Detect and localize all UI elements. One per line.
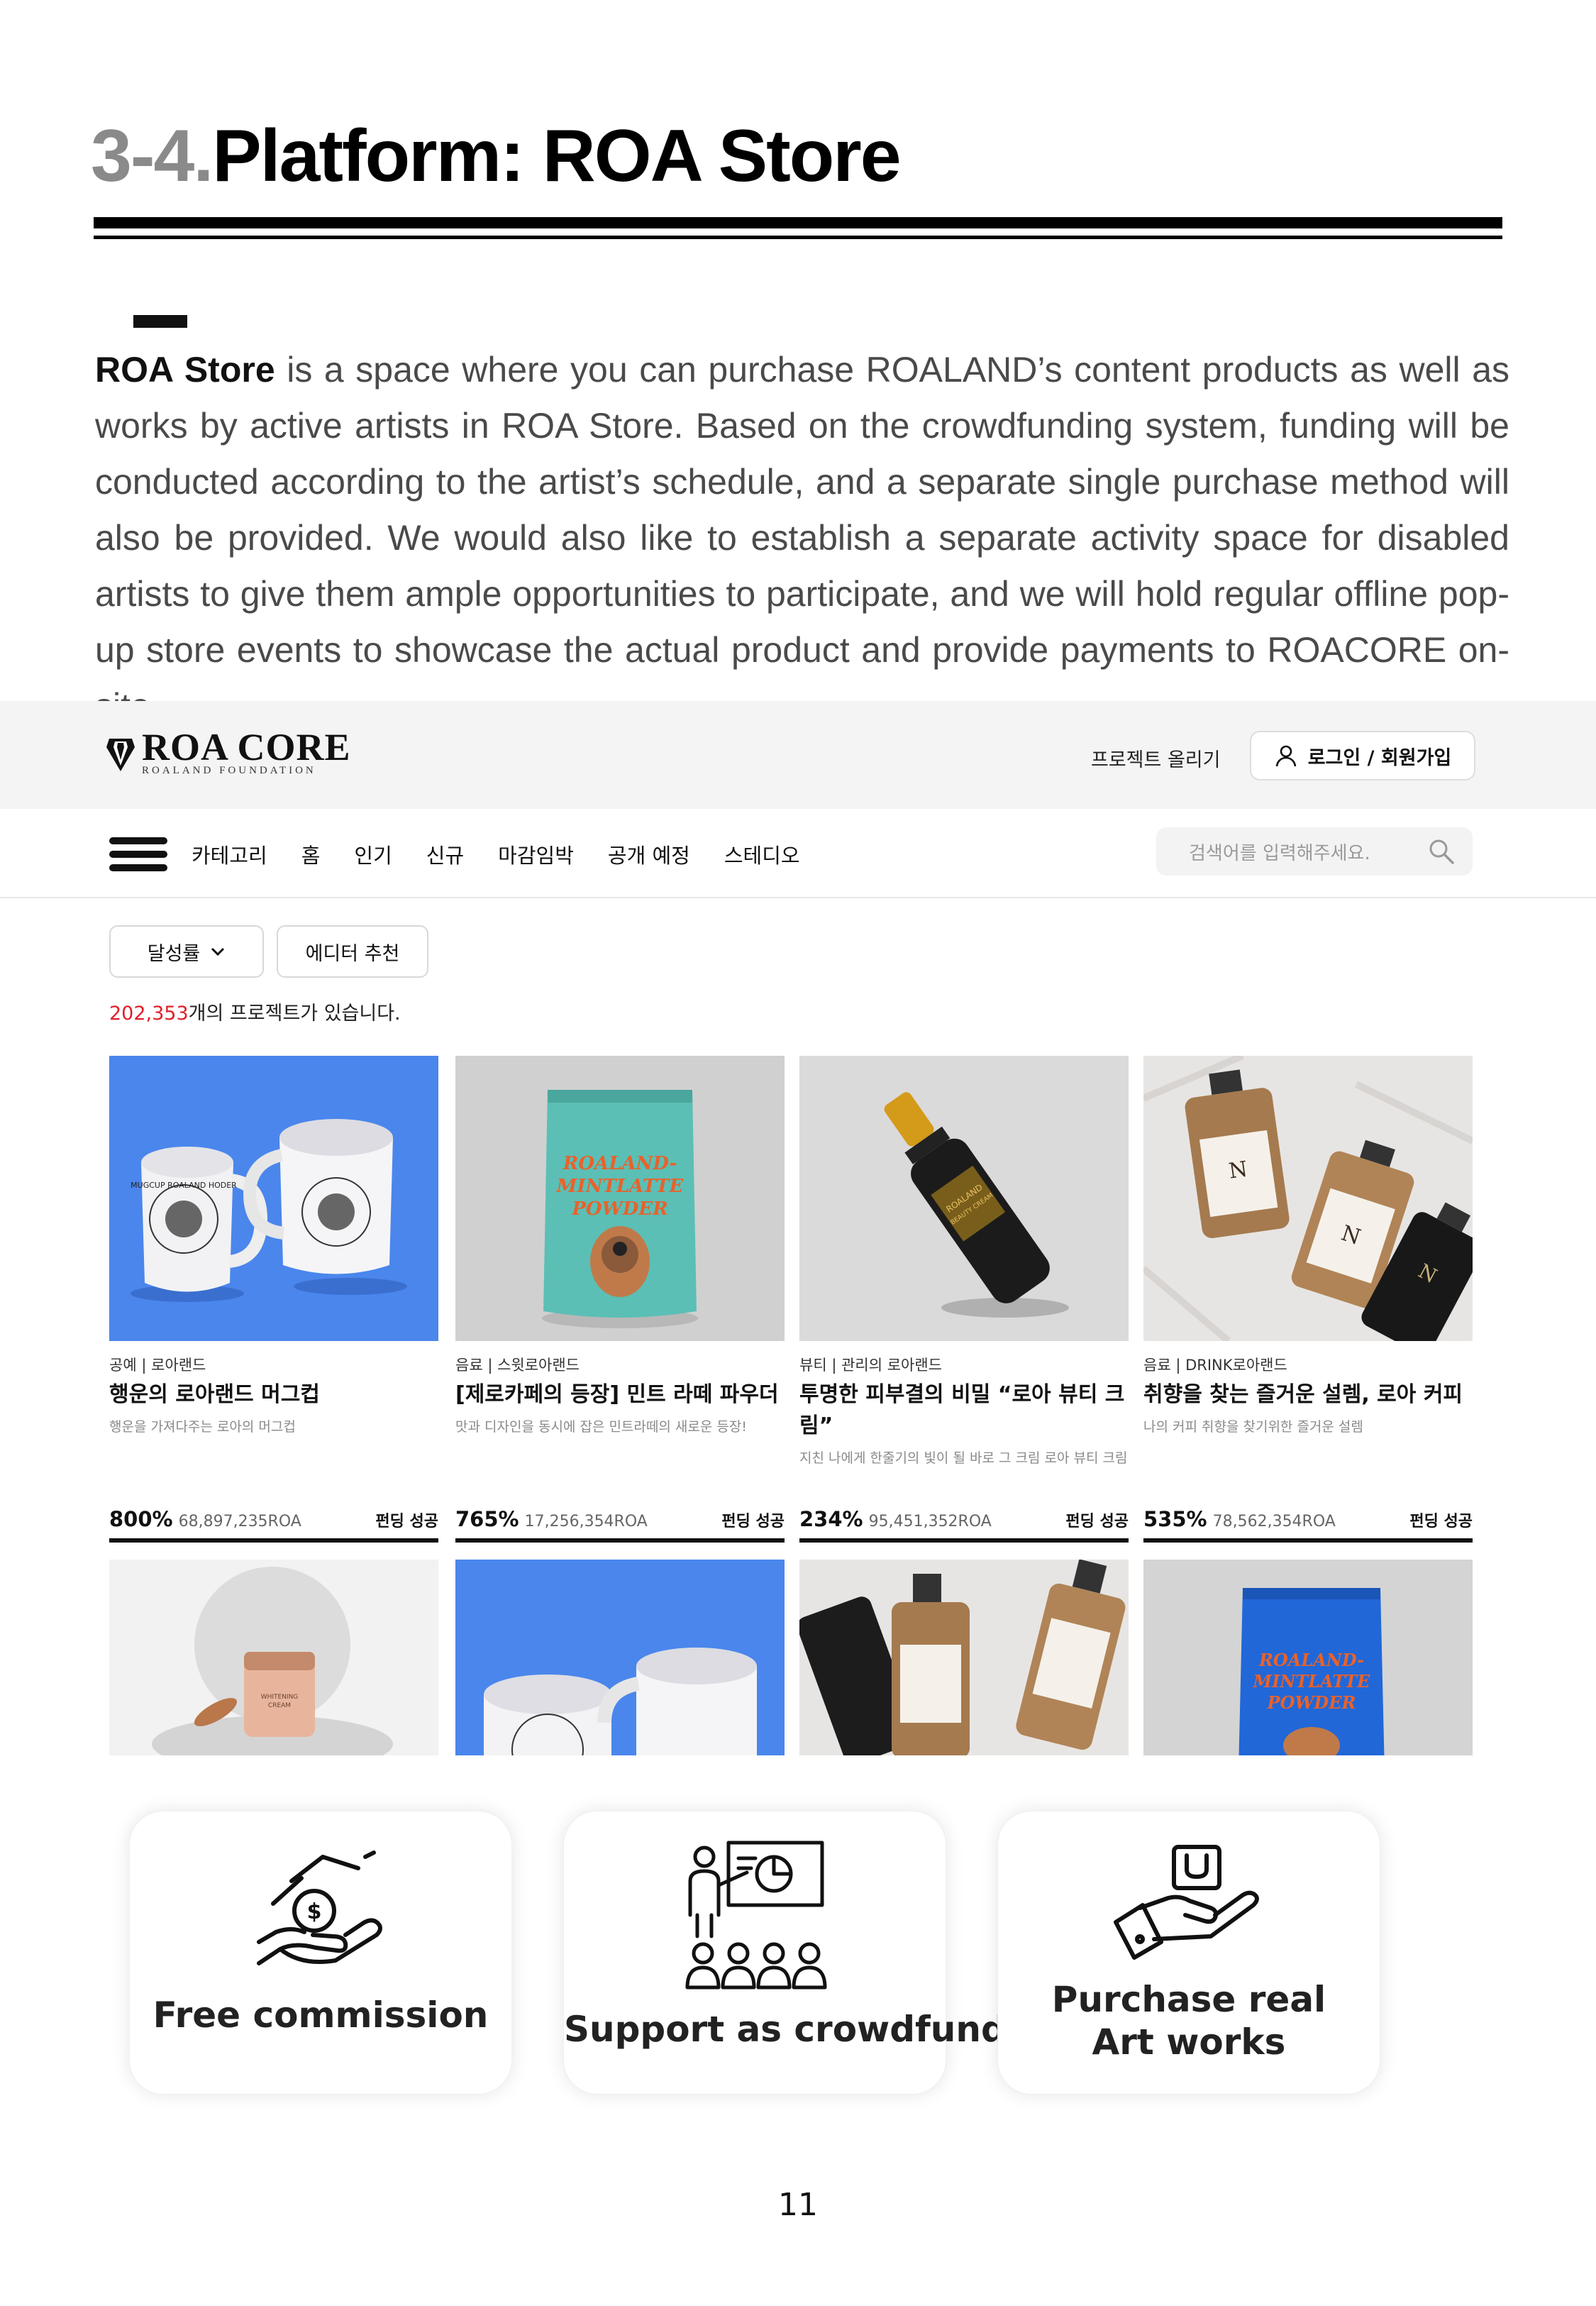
nav-item-category[interactable]: 카테고리 bbox=[192, 839, 267, 869]
product-image-coffee: N N N bbox=[1143, 1056, 1473, 1341]
product-category: 공예 | 로아랜드 bbox=[109, 1357, 206, 1374]
login-label: 로그인 / 회원가입 bbox=[1307, 746, 1452, 769]
project-count: 202,353개의 프로젝트가 있습니다. bbox=[109, 998, 401, 1025]
menu-icon[interactable] bbox=[109, 837, 167, 871]
product-title[interactable]: 행운의 로아랜드 머그컵 bbox=[109, 1379, 443, 1411]
product-desc: 행운을 가져다주는 로아의 머그컵 bbox=[109, 1419, 296, 1435]
logo-subtitle: ROALAND FOUNDATION bbox=[142, 765, 316, 776]
product-desc: 나의 커피 취향을 찾기위한 즐거운 설렘 bbox=[1143, 1419, 1363, 1435]
login-button[interactable]: 로그인 / 회원가입 bbox=[1250, 731, 1475, 780]
intro-paragraph: ROA Store is a space where you can purch… bbox=[95, 342, 1509, 734]
hand-box-icon bbox=[1114, 1845, 1259, 1960]
product-image-coffee-2[interactable] bbox=[799, 1560, 1129, 1755]
pouch2-line3: POWDER bbox=[1267, 1692, 1356, 1713]
product-title[interactable]: 투명한 피부결의 비밀 “로아 뷰티 크림” bbox=[799, 1379, 1133, 1442]
pouch2-line1: ROALAND- bbox=[1258, 1650, 1364, 1670]
funding-percent: 800% bbox=[109, 1507, 173, 1531]
feature-crowdfunding: Support as crowdfunding bbox=[563, 1811, 1070, 2095]
product-title[interactable]: [제로카페의 등장] 민트 라떼 파우더 bbox=[455, 1379, 789, 1411]
roacore-logo[interactable]: ROA CORE ROALAND FOUNDATION bbox=[106, 726, 351, 777]
sort-dropdown[interactable]: 달성률 bbox=[109, 925, 264, 978]
heading-rule-thick bbox=[94, 217, 1502, 228]
pouch-line3: POWDER bbox=[571, 1198, 667, 1220]
chevron-down-icon bbox=[211, 947, 225, 956]
product-image-jar[interactable]: WHITENING CREAM bbox=[109, 1560, 438, 1755]
nav-item-home[interactable]: 홈 bbox=[301, 839, 321, 869]
product-image-pouch-2[interactable]: ROALAND- MINTLATTE POWDER bbox=[1143, 1560, 1473, 1755]
funding-status: 펀딩 성공 bbox=[375, 1513, 438, 1530]
funding-stat: 535% 78,562,354ROA 펀딩 성공 bbox=[1143, 1507, 1473, 1531]
page-number: 11 bbox=[778, 2187, 818, 2223]
feature-label: Free commission bbox=[153, 1995, 489, 2036]
project-count-text: 개의 프로젝트가 있습니다. bbox=[188, 1003, 401, 1025]
product-image-pouch: ROALAND- MINTLATTE POWDER bbox=[455, 1056, 785, 1341]
search-icon[interactable] bbox=[1427, 837, 1456, 866]
funding-stat: 765% 17,256,354ROA 펀딩 성공 bbox=[455, 1507, 785, 1531]
product-image-bottle: ROALAND BEAUTY CREAM bbox=[799, 1056, 1129, 1341]
funding-stat: 800% 68,897,235ROA 펀딩 성공 bbox=[109, 1507, 438, 1531]
product-image-mugs: MUGCUP ROALAND HODER bbox=[109, 1056, 438, 1341]
feature-label-line2: Art works bbox=[1092, 2021, 1286, 2063]
nav-menu: 카테고리 홈 인기 신규 마감임박 공개 예정 스테디오 bbox=[192, 839, 834, 869]
product-category: 음료 | DRINK로아랜드 bbox=[1143, 1357, 1287, 1374]
diamond-logo-icon bbox=[106, 738, 135, 771]
funding-progress-bar bbox=[799, 1538, 1129, 1543]
funding-progress-bar bbox=[455, 1538, 785, 1543]
presentation-audience-icon bbox=[685, 1841, 827, 1990]
funding-amount: 95,451,352ROA bbox=[868, 1513, 992, 1530]
search-placeholder: 검색어를 입력해주세요. bbox=[1189, 842, 1370, 864]
pouch-line1: ROALAND- bbox=[563, 1153, 677, 1174]
jar-line1: WHITENING bbox=[261, 1694, 299, 1701]
heading-rule-thin bbox=[94, 236, 1502, 239]
nav-item-upcoming[interactable]: 공개 예정 bbox=[608, 839, 690, 869]
funding-percent: 535% bbox=[1143, 1507, 1207, 1531]
sort-label: 달성률 bbox=[147, 942, 201, 965]
funding-amount: 17,256,354ROA bbox=[524, 1513, 648, 1530]
funding-amount: 68,897,235ROA bbox=[178, 1513, 301, 1530]
pouch2-line2: MINTLATTE bbox=[1253, 1671, 1371, 1692]
feature-free-commission: $ Free commission bbox=[129, 1811, 512, 2095]
funding-status: 펀딩 성공 bbox=[721, 1513, 785, 1530]
funding-stat: 234% 95,451,352ROA 펀딩 성공 bbox=[799, 1507, 1129, 1531]
feature-purchase-art: Purchase real Art works bbox=[997, 1811, 1380, 2095]
product-category: 음료 | 스윗로아랜드 bbox=[455, 1357, 580, 1374]
funding-amount: 78,562,354ROA bbox=[1212, 1513, 1336, 1530]
editor-pick-label: 에디터 추천 bbox=[305, 942, 400, 965]
section-number: 3-4. bbox=[91, 115, 214, 197]
jar-line2: CREAM bbox=[268, 1702, 291, 1709]
coffee-label-1: N bbox=[1227, 1157, 1249, 1184]
feature-label-line1: Purchase real bbox=[1051, 1979, 1326, 2020]
product-desc: 지친 나에게 한줄기의 빛이 될 바로 그 크림 로아 뷰티 크림 bbox=[799, 1450, 1128, 1466]
pouch-line2: MINTLATTE bbox=[556, 1176, 685, 1197]
funding-status: 펀딩 성공 bbox=[1409, 1513, 1473, 1530]
search-input[interactable]: 검색어를 입력해주세요. bbox=[1156, 827, 1473, 876]
intro-bold: ROA Store bbox=[95, 350, 275, 390]
funding-progress-bar bbox=[109, 1538, 438, 1543]
svg-text:$: $ bbox=[307, 1899, 322, 1924]
funding-percent: 234% bbox=[799, 1507, 863, 1531]
user-icon bbox=[1275, 745, 1297, 767]
mug-print: MUGCUP ROALAND HODER bbox=[131, 1181, 237, 1190]
intro-text: is a space where you can purchase ROALAN… bbox=[95, 350, 1509, 726]
project-count-number: 202,353 bbox=[109, 1003, 189, 1025]
product-category: 뷰티 | 관리의 로아랜드 bbox=[799, 1357, 942, 1374]
product-image-mugs-2[interactable] bbox=[455, 1560, 785, 1755]
funding-status: 펀딩 성공 bbox=[1065, 1513, 1129, 1530]
product-desc: 맛과 디자인을 동시에 잡은 민트라떼의 새로운 등장! bbox=[455, 1419, 747, 1435]
nav-item-studio[interactable]: 스테디오 bbox=[724, 839, 800, 869]
product-title[interactable]: 취향을 찾는 즐거운 설렘, 로아 커피 bbox=[1143, 1379, 1477, 1411]
project-upload-link[interactable]: 프로젝트 올리기 bbox=[1091, 744, 1220, 772]
coin-hand-icon: $ bbox=[257, 1850, 382, 1965]
nav-item-new[interactable]: 신규 bbox=[426, 839, 464, 869]
nav-item-closing[interactable]: 마감임박 bbox=[498, 839, 574, 869]
funding-progress-bar bbox=[1143, 1538, 1473, 1543]
nav-item-popular[interactable]: 인기 bbox=[354, 839, 392, 869]
paragraph-marker bbox=[133, 315, 187, 328]
section-title: Platform: ROA Store bbox=[212, 115, 901, 197]
feature-label: Support as crowdfunding bbox=[564, 2009, 1070, 2050]
funding-percent: 765% bbox=[455, 1507, 519, 1531]
editor-pick-button[interactable]: 에디터 추천 bbox=[277, 925, 428, 978]
logo-name: ROA CORE bbox=[142, 726, 351, 768]
page-heading: 3-4.Platform: ROA Store bbox=[91, 119, 902, 193]
